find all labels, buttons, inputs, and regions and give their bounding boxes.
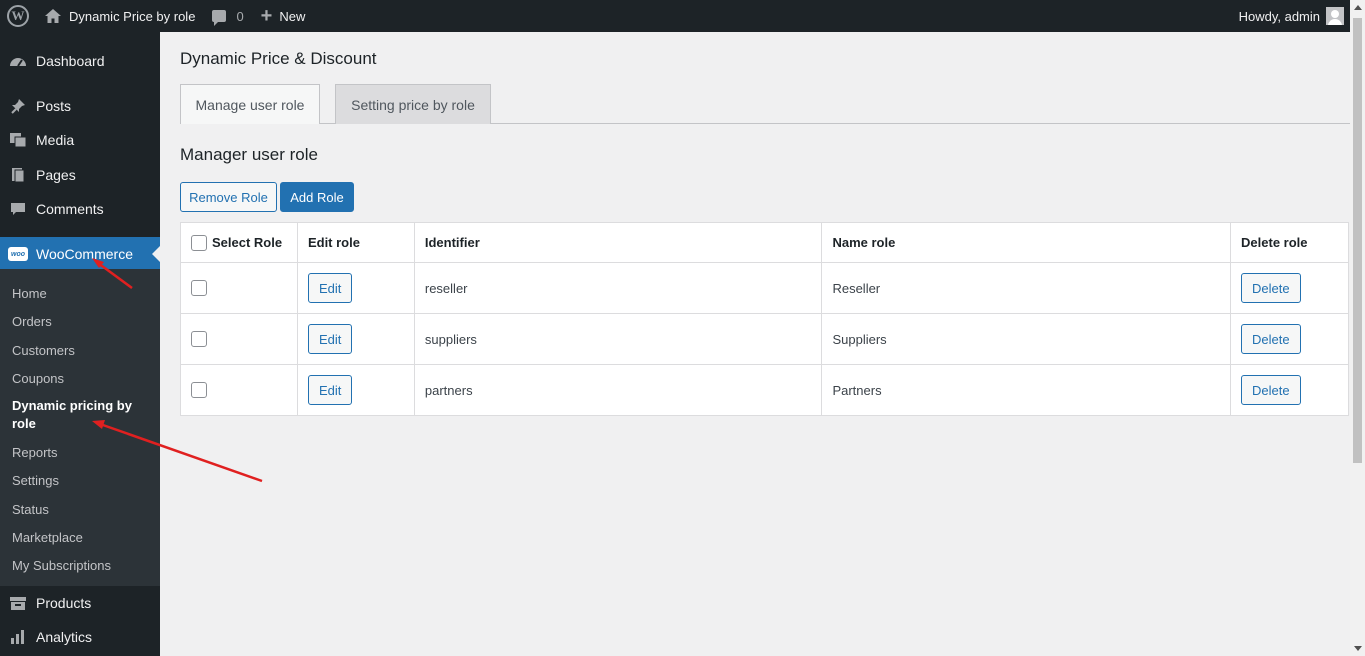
delete-button[interactable]: Delete bbox=[1241, 324, 1301, 354]
sidebar-item-media[interactable]: Media bbox=[0, 123, 160, 157]
page-title: Dynamic Price & Discount bbox=[180, 49, 377, 68]
table-header-row: Select Role Edit role Identifier Name ro… bbox=[180, 222, 1349, 263]
comments-count: 0 bbox=[236, 8, 244, 24]
sidebar-item-analytics[interactable]: Analytics bbox=[0, 620, 160, 654]
scrollbar-thumb[interactable] bbox=[1353, 18, 1362, 463]
edit-button[interactable]: Edit bbox=[307, 324, 353, 354]
tab-bar: Manage user role Setting price by role bbox=[180, 84, 1350, 124]
new-content-link[interactable]: + New bbox=[261, 0, 306, 32]
edit-button[interactable]: Edit bbox=[307, 375, 353, 405]
column-header-delete-role: Delete role bbox=[1230, 222, 1349, 263]
identifier-cell: suppliers bbox=[413, 313, 823, 365]
submenu-item-dynamic-pricing[interactable]: Dynamic pricing by role bbox=[12, 397, 142, 433]
scroll-down-arrow-icon[interactable] bbox=[1354, 646, 1362, 651]
section-title: Manager user role bbox=[180, 145, 318, 164]
archive-icon bbox=[0, 595, 36, 611]
dashboard-icon bbox=[0, 54, 36, 68]
name-role-cell: Reseller bbox=[821, 262, 1232, 314]
site-name-link[interactable]: Dynamic Price by role bbox=[44, 0, 195, 32]
submenu-item-home[interactable]: Home bbox=[12, 286, 47, 301]
select-all-checkbox[interactable] bbox=[191, 234, 207, 251]
sidebar-item-label: Comments bbox=[36, 201, 104, 217]
sidebar-item-posts[interactable]: Posts bbox=[0, 89, 160, 123]
sidebar-item-label: Analytics bbox=[36, 629, 93, 645]
woo-icon: woo bbox=[0, 247, 36, 261]
row-checkbox[interactable] bbox=[191, 280, 207, 297]
delete-button[interactable]: Delete bbox=[1241, 375, 1301, 405]
submenu-item-status[interactable]: Status bbox=[12, 502, 49, 517]
comment-icon bbox=[0, 201, 36, 217]
row-checkbox[interactable] bbox=[191, 382, 207, 399]
roles-table: Select Role Edit role Identifier Name ro… bbox=[180, 222, 1349, 416]
edit-button[interactable]: Edit bbox=[307, 273, 353, 303]
table-row: Edit suppliers Suppliers Delete bbox=[180, 313, 1349, 365]
sidebar-item-label: Pages bbox=[36, 167, 76, 183]
admin-sidebar: Dashboard Posts Media Pages Comments woo… bbox=[0, 32, 160, 656]
sidebar-item-comments[interactable]: Comments bbox=[0, 192, 160, 226]
name-role-cell: Partners bbox=[821, 364, 1232, 416]
sidebar-item-woocommerce[interactable]: woo WooCommerce bbox=[0, 237, 160, 271]
identifier-cell: reseller bbox=[413, 262, 823, 314]
table-row: Edit partners Partners Delete bbox=[180, 364, 1349, 416]
sidebar-item-products[interactable]: Products bbox=[0, 586, 160, 620]
media-icon bbox=[0, 132, 36, 148]
submenu-item-customers[interactable]: Customers bbox=[12, 343, 75, 358]
sidebar-item-label: Posts bbox=[36, 98, 72, 114]
submenu-item-settings[interactable]: Settings bbox=[12, 473, 59, 488]
page-scrollbar[interactable] bbox=[1350, 0, 1365, 656]
comments-link[interactable]: 0 bbox=[212, 0, 244, 32]
new-label: New bbox=[279, 8, 306, 24]
sidebar-item-label: Media bbox=[36, 132, 75, 148]
delete-button[interactable]: Delete bbox=[1241, 273, 1301, 303]
woocommerce-submenu: Home Orders Customers Coupons Dynamic pr… bbox=[0, 269, 160, 586]
site-name-label: Dynamic Price by role bbox=[69, 8, 196, 24]
wordpress-logo-icon[interactable]: W bbox=[0, 0, 36, 32]
sidebar-item-label: WooCommerce bbox=[36, 246, 133, 262]
plus-icon: + bbox=[260, 5, 273, 27]
scroll-up-arrow-icon[interactable] bbox=[1354, 5, 1362, 10]
main-content: Dynamic Price & Discount Manage user rol… bbox=[160, 32, 1350, 656]
row-checkbox[interactable] bbox=[191, 331, 207, 348]
sidebar-item-pages[interactable]: Pages bbox=[0, 158, 160, 192]
submenu-item-reports[interactable]: Reports bbox=[12, 445, 58, 460]
remove-role-button[interactable]: Remove Role bbox=[180, 182, 277, 212]
submenu-item-marketplace[interactable]: Marketplace bbox=[12, 530, 83, 545]
sidebar-item-label: Products bbox=[36, 595, 92, 611]
column-header-name-role: Name role bbox=[821, 222, 1232, 263]
add-role-button[interactable]: Add Role bbox=[280, 182, 354, 212]
pin-icon bbox=[0, 98, 36, 114]
home-icon bbox=[45, 9, 61, 23]
identifier-cell: partners bbox=[413, 364, 823, 416]
comment-bubble-icon bbox=[212, 10, 227, 26]
submenu-item-my-subscriptions[interactable]: My Subscriptions bbox=[12, 558, 111, 573]
pages-icon bbox=[0, 167, 36, 183]
column-header-edit-role: Edit role bbox=[296, 222, 415, 263]
howdy-label: Howdy, admin bbox=[1238, 8, 1320, 24]
column-header-identifier: Identifier bbox=[413, 222, 823, 263]
chart-bar-icon bbox=[0, 629, 36, 645]
submenu-item-coupons[interactable]: Coupons bbox=[12, 371, 64, 386]
admin-bar: W Dynamic Price by role 0 + New Howdy, a… bbox=[0, 0, 1365, 32]
table-row: Edit reseller Reseller Delete bbox=[180, 262, 1349, 314]
tab-manage-user-role[interactable]: Manage user role bbox=[180, 84, 320, 124]
submenu-item-orders[interactable]: Orders bbox=[12, 314, 52, 329]
column-header-select-role: Select Role bbox=[180, 222, 298, 263]
avatar bbox=[1326, 7, 1344, 25]
account-menu[interactable]: Howdy, admin bbox=[1239, 0, 1344, 32]
name-role-cell: Suppliers bbox=[821, 313, 1232, 365]
sidebar-item-dashboard[interactable]: Dashboard bbox=[0, 44, 160, 78]
tab-setting-price-by-role[interactable]: Setting price by role bbox=[335, 84, 491, 124]
sidebar-item-label: Dashboard bbox=[36, 53, 105, 69]
